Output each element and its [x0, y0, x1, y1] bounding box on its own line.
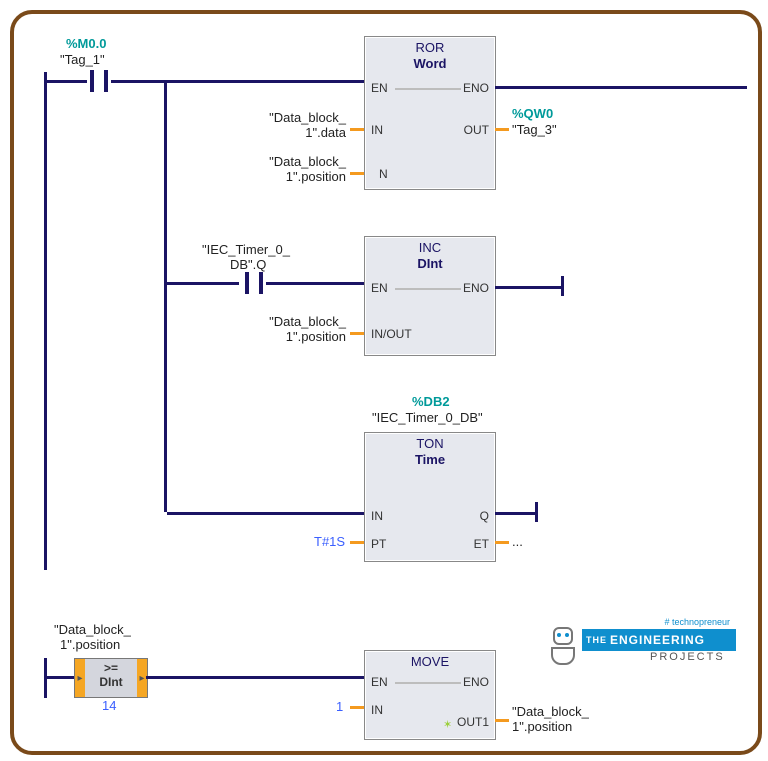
inc-io-l1: "Data_block_ — [264, 314, 346, 329]
move-out-l2: 1".position — [512, 719, 572, 734]
stub — [350, 706, 364, 709]
ror-in: IN — [371, 123, 383, 137]
move-title: MOVE — [365, 654, 495, 670]
wire — [167, 512, 364, 515]
inc-contact-l1: "IEC_Timer_0_ — [202, 242, 290, 257]
compare-select-left[interactable]: ▸ — [75, 659, 85, 697]
ton-block[interactable]: TON Time IN Q PT ET — [364, 432, 496, 562]
eno-bar — [395, 288, 461, 290]
ton-et: ET — [474, 537, 489, 551]
move-in: IN — [371, 703, 383, 717]
wire — [495, 286, 561, 289]
ror-n: N — [379, 167, 388, 181]
wire — [47, 676, 75, 679]
diagram-frame: %M0.0 "Tag_1" ROR Word EN ENO IN OUT N — [10, 10, 762, 755]
inc-en: EN — [371, 281, 388, 295]
move-out1: OUT1 — [457, 715, 489, 729]
stub — [495, 128, 509, 131]
compare-value: 14 — [102, 698, 116, 713]
stub — [350, 332, 364, 335]
inc-eno: ENO — [463, 281, 489, 295]
left-power-rail — [44, 72, 47, 570]
stub — [495, 541, 509, 544]
robot-icon — [548, 627, 578, 667]
terminator — [535, 502, 538, 522]
ror-out-tag: "Tag_3" — [512, 122, 557, 137]
wire — [167, 80, 364, 83]
ror-title1: ROR — [365, 40, 495, 56]
ton-pt-val: T#1S — [314, 534, 345, 549]
compare-l2: 1".position — [60, 637, 120, 652]
ror-eno: ENO — [463, 81, 489, 95]
inc-inout: IN/OUT — [371, 327, 412, 341]
move-in-val: 1 — [336, 699, 343, 714]
ror-in-label-l2: 1".data — [264, 125, 346, 140]
ror-out-addr: %QW0 — [512, 106, 553, 121]
inc-contact-l2: DB".Q — [230, 257, 266, 272]
logo-eng: ENGINEERING — [610, 633, 705, 647]
ton-pt: PT — [371, 537, 386, 551]
rung1-address: %M0.0 — [66, 36, 106, 51]
stub — [350, 128, 364, 131]
move-en: EN — [371, 675, 388, 689]
ror-out: OUT — [464, 123, 489, 137]
move-block[interactable]: MOVE EN ENO IN OUT1 — [364, 650, 496, 740]
ror-title2: Word — [365, 56, 495, 72]
wire — [47, 80, 87, 83]
no-contact-timerq[interactable] — [239, 272, 269, 294]
watermark-logo: # technopreneur THE ENGINEERING PROJECTS — [542, 619, 732, 669]
ror-in-label-l1: "Data_block_ — [264, 110, 346, 125]
wire — [495, 86, 747, 89]
ton-dbname: "IEC_Timer_0_DB" — [372, 410, 483, 425]
no-contact-tag1[interactable] — [84, 70, 114, 92]
logo-the: THE — [586, 635, 607, 645]
stub — [495, 719, 509, 722]
ton-title2: Time — [365, 452, 495, 468]
ton-in: IN — [371, 509, 383, 523]
compare-block[interactable]: ▸ ▸ >= DInt — [74, 658, 148, 698]
inc-block[interactable]: INC DInt EN ENO IN/OUT — [364, 236, 496, 356]
wire — [146, 676, 364, 679]
wire — [111, 80, 167, 83]
terminator — [561, 276, 564, 296]
inc-title2: DInt — [365, 256, 495, 272]
ror-block[interactable]: ROR Word EN ENO IN OUT N — [364, 36, 496, 190]
add-output-icon[interactable] — [443, 717, 453, 727]
inc-io-l2: 1".position — [264, 329, 346, 344]
logo-hash: # technopreneur — [664, 617, 730, 627]
ton-q: Q — [480, 509, 489, 523]
ton-db: %DB2 — [412, 394, 450, 409]
ton-title1: TON — [365, 436, 495, 452]
eno-bar — [395, 88, 461, 90]
rung1-tag: "Tag_1" — [60, 52, 105, 67]
ror-en: EN — [371, 81, 388, 95]
ror-n-label-l2: 1".position — [264, 169, 346, 184]
move-eno: ENO — [463, 675, 489, 689]
compare-l1: "Data_block_ — [54, 622, 131, 637]
logo-projects: PROJECTS — [650, 651, 725, 663]
ton-et-val: ... — [512, 534, 523, 549]
branch-vertical — [164, 80, 167, 512]
wire — [167, 282, 239, 285]
stub — [350, 541, 364, 544]
move-out-l1: "Data_block_ — [512, 704, 589, 719]
wire — [266, 282, 364, 285]
eno-bar — [395, 682, 461, 684]
ror-n-label-l1: "Data_block_ — [264, 154, 346, 169]
ladder-canvas: %M0.0 "Tag_1" ROR Word EN ENO IN OUT N — [14, 14, 758, 751]
stub — [350, 172, 364, 175]
wire — [495, 512, 535, 515]
inc-title1: INC — [365, 240, 495, 256]
